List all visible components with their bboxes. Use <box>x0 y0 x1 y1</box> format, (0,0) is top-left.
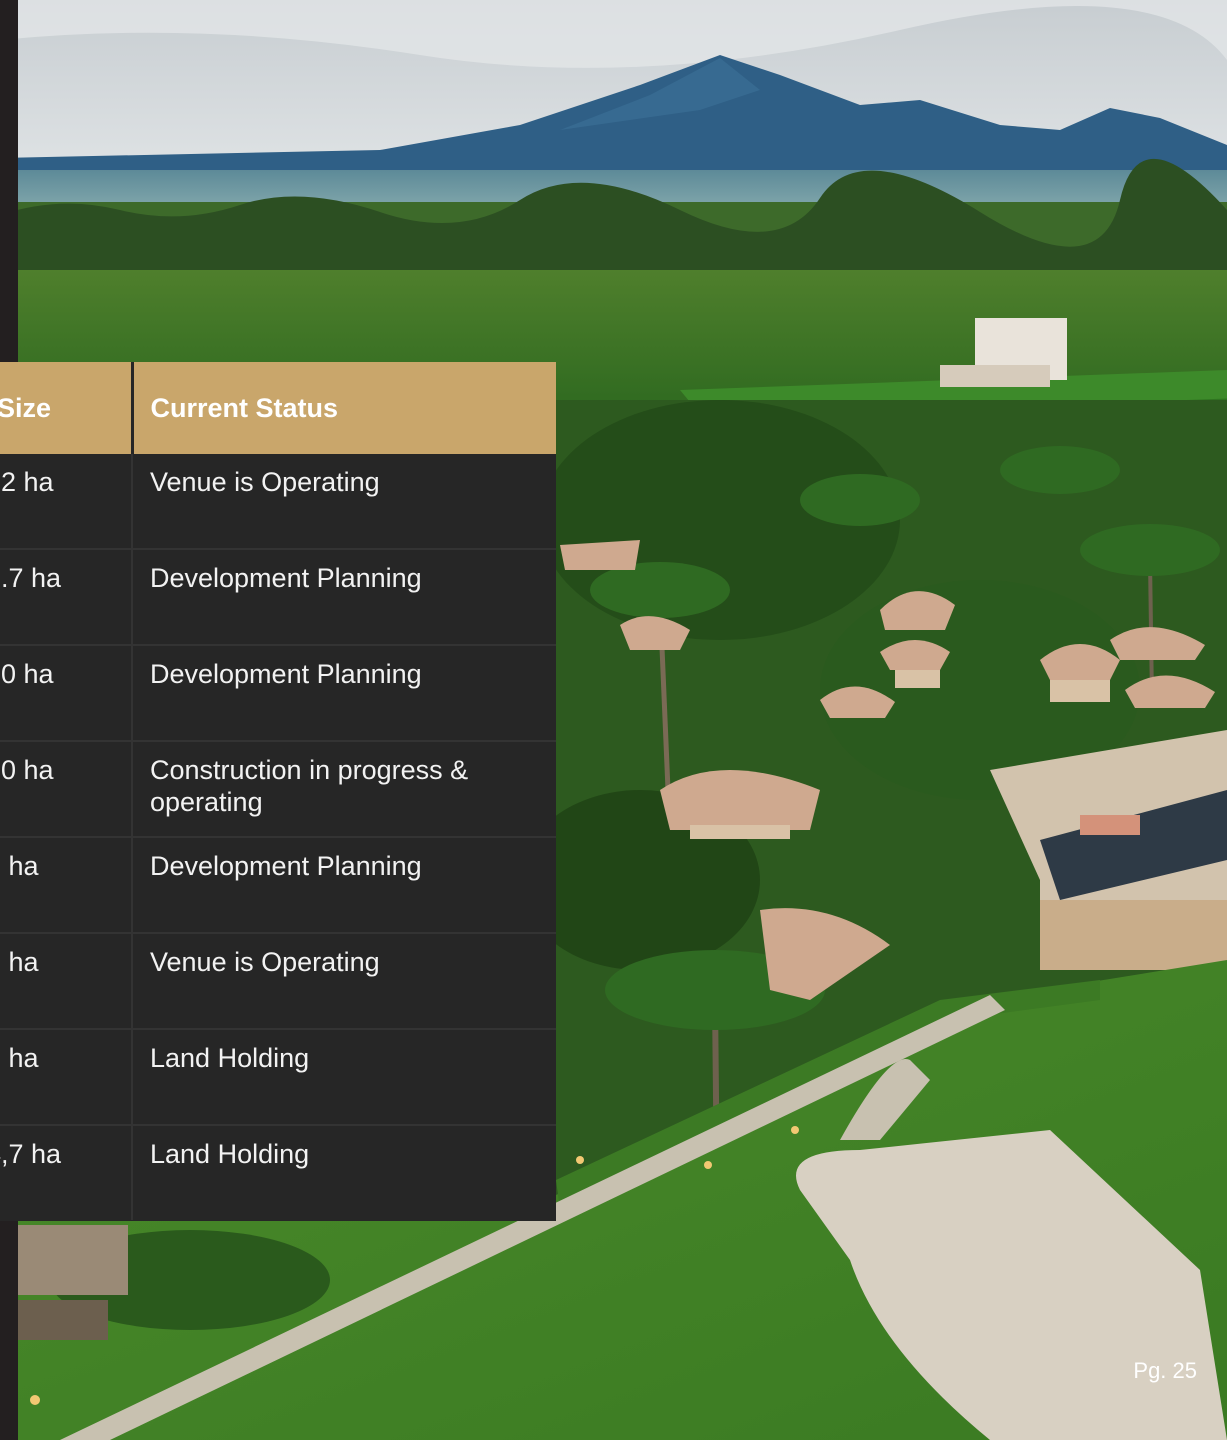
status-cell: Construction in progress & operating <box>132 740 556 837</box>
status-table: Size Current Status 12 ha Venue is Opera… <box>0 362 556 1221</box>
table-row: 2 ha Venue is Operating <box>0 932 556 1029</box>
table-row: 9 ha Land Holding <box>0 1028 556 1125</box>
page-number: Pg. 25 <box>1133 1358 1197 1383</box>
table-row: 30 ha Construction in progress & operati… <box>0 740 556 837</box>
status-cell: Development Planning <box>132 548 556 645</box>
table-row: 50 ha Development Planning <box>0 644 556 741</box>
size-cell: 2 ha <box>0 932 133 1029</box>
size-column-header: Size <box>0 362 134 454</box>
status-cell: Development Planning <box>132 644 556 741</box>
size-cell: 4,7 ha <box>0 1124 133 1220</box>
status-cell: Venue is Operating <box>132 932 556 1029</box>
size-cell: 30 ha <box>0 740 133 837</box>
table-row: 4,7 ha Land Holding <box>0 1124 556 1220</box>
status-cell: Land Holding <box>132 1124 556 1220</box>
table-row: 12 ha Venue is Operating <box>0 454 556 549</box>
land-status-table: Size Current Status 12 ha Venue is Opera… <box>0 362 556 1220</box>
size-cell: 50 ha <box>0 644 133 741</box>
status-column-header: Current Status <box>132 362 556 454</box>
status-cell: Development Planning <box>132 836 556 933</box>
size-cell: 1.7 ha <box>0 548 133 645</box>
size-cell: 9 ha <box>0 1028 133 1125</box>
status-cell: Land Holding <box>132 1028 556 1125</box>
status-cell: Venue is Operating <box>150 467 380 497</box>
size-cell: 12 ha <box>0 454 133 549</box>
size-cell: 9 ha <box>0 836 133 933</box>
table-row: 9 ha Development Planning <box>0 836 556 933</box>
table-row: 1.7 ha Development Planning <box>0 548 556 645</box>
table-header-row: Size Current Status <box>0 362 556 454</box>
